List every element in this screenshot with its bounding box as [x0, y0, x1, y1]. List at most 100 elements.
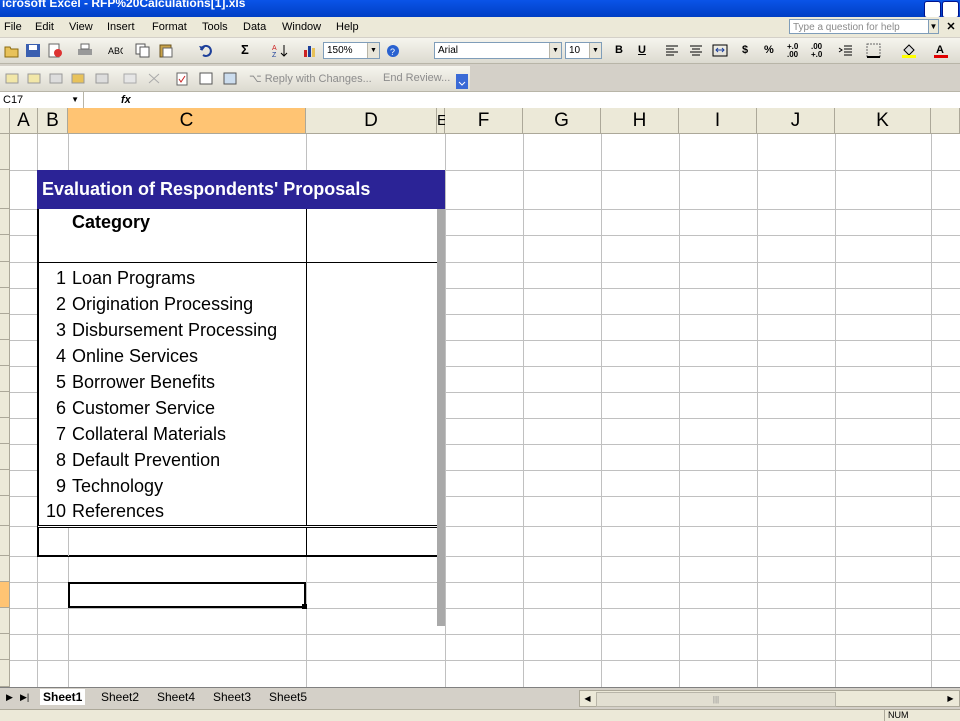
- track-changes-icon[interactable]: [122, 71, 138, 86]
- increase-decimal-button[interactable]: +.0 .00: [787, 43, 807, 59]
- menu-edit[interactable]: Edit: [35, 17, 54, 37]
- column-header-e[interactable]: E: [437, 108, 447, 134]
- row-header[interactable]: [0, 634, 10, 660]
- category-cell[interactable]: Collateral Materials: [72, 424, 226, 445]
- row-number[interactable]: 4: [38, 346, 66, 367]
- chart-wizard-icon[interactable]: [302, 43, 318, 58]
- font-color-icon[interactable]: A: [933, 43, 949, 58]
- autosum-icon[interactable]: Σ: [241, 42, 249, 57]
- category-cell[interactable]: Online Services: [72, 346, 198, 367]
- row-number[interactable]: 5: [38, 372, 66, 393]
- column-header-f[interactable]: F: [445, 108, 523, 134]
- tab-sheet4[interactable]: Sheet4: [154, 689, 198, 705]
- update-file-icon[interactable]: [174, 71, 190, 86]
- category-cell[interactable]: Borrower Benefits: [72, 372, 215, 393]
- menu-window[interactable]: Window: [282, 17, 321, 37]
- save-icon[interactable]: [25, 43, 41, 58]
- column-header-l[interactable]: [931, 108, 960, 134]
- row-number[interactable]: 3: [38, 320, 66, 341]
- column-header-j[interactable]: J: [757, 108, 835, 134]
- align-left-icon[interactable]: [664, 43, 680, 58]
- category-cell[interactable]: Disbursement Processing: [72, 320, 277, 341]
- sort-ascending-icon[interactable]: AZ: [272, 43, 288, 58]
- close-workbook-icon[interactable]: ✕: [944, 20, 958, 34]
- underline-button[interactable]: U: [638, 44, 646, 56]
- reject-change-icon[interactable]: [146, 71, 162, 86]
- menu-tools[interactable]: Tools: [202, 17, 228, 37]
- bold-button[interactable]: B: [615, 44, 623, 56]
- scroll-left-icon[interactable]: ◀: [581, 692, 594, 705]
- help-icon[interactable]: ?: [385, 43, 401, 58]
- row-header[interactable]: [0, 660, 10, 687]
- font-name-box[interactable]: Arial ▼: [434, 42, 562, 59]
- row-number[interactable]: 6: [38, 398, 66, 419]
- column-header-h[interactable]: H: [601, 108, 679, 134]
- column-header-c[interactable]: C: [68, 108, 306, 134]
- print-icon[interactable]: [77, 43, 93, 58]
- spelling-icon[interactable]: ABC: [107, 43, 123, 58]
- scroll-right-icon[interactable]: ▶: [944, 692, 957, 705]
- column-header-b[interactable]: B: [38, 108, 68, 134]
- row-header[interactable]: [0, 418, 10, 444]
- previous-comment-icon[interactable]: [4, 71, 20, 86]
- name-box[interactable]: C17 ▼: [0, 92, 84, 108]
- reply-with-changes-link[interactable]: ⌥ Reply with Changes...: [249, 72, 372, 85]
- align-center-icon[interactable]: [688, 43, 704, 58]
- table-total-row[interactable]: [37, 525, 445, 557]
- evaluation-title-cell[interactable]: Evaluation of Respondents' Proposals: [37, 170, 445, 209]
- category-cell[interactable]: Technology: [72, 476, 163, 497]
- select-all-corner[interactable]: [0, 108, 10, 134]
- percent-button[interactable]: %: [764, 44, 774, 56]
- show-all-comments-icon[interactable]: [70, 71, 86, 86]
- category-cell[interactable]: Origination Processing: [72, 294, 253, 315]
- undo-icon[interactable]: [198, 43, 214, 58]
- row-header[interactable]: [0, 392, 10, 418]
- menu-insert[interactable]: Insert: [107, 17, 135, 37]
- row-header[interactable]: [0, 314, 10, 340]
- category-cell[interactable]: Loan Programs: [72, 268, 195, 289]
- row-header[interactable]: [0, 608, 10, 634]
- tab-sheet2[interactable]: Sheet2: [98, 689, 142, 705]
- row-number[interactable]: 9: [38, 476, 66, 497]
- row-number[interactable]: 1: [38, 268, 66, 289]
- column-header-g[interactable]: G: [523, 108, 601, 134]
- tab-sheet1[interactable]: Sheet1: [40, 689, 86, 705]
- open-icon[interactable]: [4, 43, 20, 58]
- tab-sheet5[interactable]: Sheet5: [266, 689, 310, 705]
- row-header[interactable]: [0, 170, 10, 209]
- minimize-button[interactable]: [924, 1, 941, 17]
- delete-comment-icon[interactable]: [94, 71, 110, 86]
- end-review-link[interactable]: End Review...: [383, 72, 450, 84]
- active-cell-c17[interactable]: [68, 582, 306, 608]
- column-header-a[interactable]: A: [10, 108, 38, 134]
- menu-help[interactable]: Help: [336, 17, 359, 37]
- copy-icon[interactable]: [135, 43, 151, 58]
- row-header[interactable]: [0, 340, 10, 366]
- category-cell[interactable]: References: [72, 501, 164, 522]
- menu-format[interactable]: Format: [152, 17, 187, 37]
- row-header[interactable]: [0, 366, 10, 392]
- scroll-tabs-next-icon[interactable]: ▶: [6, 692, 13, 703]
- next-comment-icon[interactable]: [26, 71, 42, 86]
- tab-sheet3[interactable]: Sheet3: [210, 689, 254, 705]
- send-to-mail-icon[interactable]: [198, 71, 214, 86]
- row-header[interactable]: [0, 262, 10, 288]
- merge-center-icon[interactable]: [712, 43, 728, 58]
- ask-dropdown-icon[interactable]: ▼: [928, 19, 939, 34]
- row-header[interactable]: [0, 526, 10, 556]
- row-header[interactable]: [0, 288, 10, 314]
- category-header[interactable]: Category: [72, 212, 150, 233]
- currency-button[interactable]: $: [742, 44, 748, 56]
- borders-icon[interactable]: [866, 43, 882, 58]
- insert-function-icon[interactable]: fx: [121, 92, 131, 108]
- fill-handle[interactable]: [302, 604, 307, 609]
- column-header-d[interactable]: D: [306, 108, 437, 134]
- zoom-dropdown-icon[interactable]: ▼: [367, 43, 379, 58]
- row-header[interactable]: [0, 134, 10, 170]
- menu-data[interactable]: Data: [243, 17, 266, 37]
- row-header[interactable]: [0, 556, 10, 582]
- maximize-button[interactable]: [942, 1, 959, 17]
- category-cell[interactable]: Default Prevention: [72, 450, 220, 471]
- worksheet-grid[interactable]: A B C D E F G H I J K Evaluation of Resp…: [0, 108, 960, 687]
- attach-icon[interactable]: [222, 71, 238, 86]
